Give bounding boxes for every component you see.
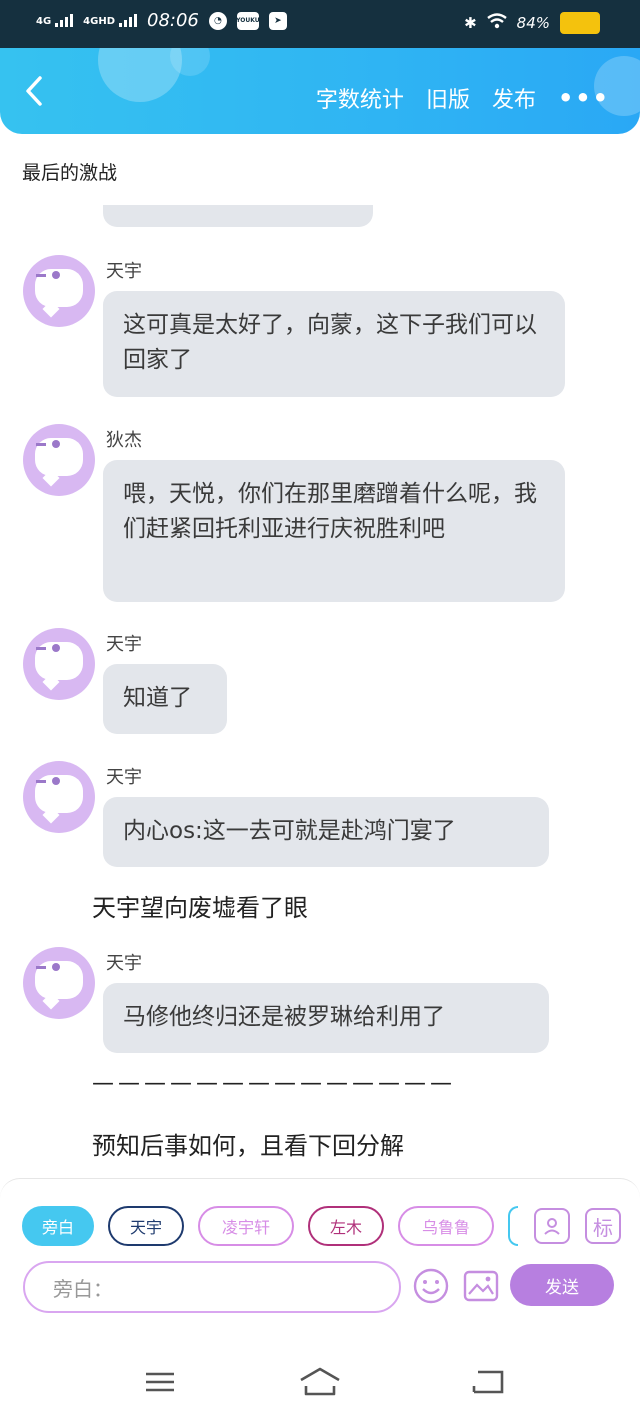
- avatar[interactable]: [23, 424, 95, 496]
- person-card-icon: [544, 1218, 560, 1235]
- speaker-name: 狄杰: [106, 430, 142, 451]
- role-chip-narrator[interactable]: 旁白: [22, 1206, 94, 1246]
- mark-icon: 标: [593, 1215, 613, 1240]
- signal-4g-icon: 4G: [36, 14, 74, 27]
- previous-bubble-tail: [103, 205, 373, 227]
- home-icon[interactable]: [298, 1366, 342, 1398]
- send-button[interactable]: 发送: [510, 1264, 614, 1306]
- back-nav-icon[interactable]: [470, 1366, 506, 1398]
- menu-icon[interactable]: [144, 1366, 176, 1398]
- battery-icon: [560, 12, 600, 34]
- speaker-name: 天宇: [106, 634, 142, 655]
- system-nav-bar: [0, 1348, 640, 1422]
- message-bubble[interactable]: 这可真是太好了，向蒙，这下子我们可以回家了: [103, 291, 565, 397]
- divider-dashes: ——————————————: [92, 1071, 456, 1096]
- speaker-name: 天宇: [106, 767, 142, 788]
- avatar[interactable]: [23, 761, 95, 833]
- input-placeholder: 旁白：: [53, 1276, 113, 1301]
- avatar[interactable]: [23, 255, 95, 327]
- dialogue-input[interactable]: 旁白：: [23, 1261, 401, 1313]
- more-options-icon[interactable]: •••: [558, 84, 610, 112]
- clock: 08:06: [147, 10, 199, 31]
- speaker-name: 天宇: [106, 953, 142, 974]
- app-header: 字数统计 旧版 发布 •••: [0, 48, 640, 134]
- old-version-button[interactable]: 旧版: [426, 82, 470, 114]
- editor-toolbar: 旁白 天宇 凌宇轩 左木 乌鲁鲁 标 旁白： 发送: [0, 1178, 640, 1348]
- avatar[interactable]: [23, 628, 95, 700]
- role-chip-tianyu[interactable]: 天宇: [108, 1206, 184, 1246]
- publish-button[interactable]: 发布: [492, 82, 536, 114]
- status-bar: 4G 4GHD 08:06 ◔ YOUKU ➤ ✱ 84%: [0, 0, 640, 48]
- telegram-icon: ➤: [268, 11, 287, 30]
- signal-4ghd-icon: 4GHD: [83, 14, 138, 27]
- role-selector: 旁白 天宇 凌宇轩 左木 乌鲁鲁: [22, 1206, 518, 1246]
- role-manage-button[interactable]: [534, 1208, 570, 1244]
- smiley-icon: [413, 1268, 449, 1304]
- chevron-left-icon: [26, 76, 42, 106]
- bluetooth-icon: ✱: [464, 14, 477, 32]
- battery-percent: 84%: [516, 14, 550, 32]
- message-bubble[interactable]: 内心os:这一去可就是赴鸿门宴了: [103, 797, 549, 867]
- word-count-button[interactable]: 字数统计: [316, 82, 404, 114]
- role-chip-wululu[interactable]: 乌鲁鲁: [398, 1206, 494, 1246]
- message-bubble[interactable]: 喂，天悦，你们在那里磨蹭着什么呢，我们赶紧回托利亚进行庆祝胜利吧: [103, 460, 565, 602]
- message-bubble[interactable]: 知道了: [103, 664, 227, 734]
- speaker-name: 天宇: [106, 261, 142, 282]
- avatar[interactable]: [23, 947, 95, 1019]
- document-title: 最后的激战: [22, 162, 118, 184]
- role-chip-partial[interactable]: [508, 1206, 518, 1246]
- image-button[interactable]: [462, 1267, 500, 1305]
- back-button[interactable]: [20, 74, 50, 108]
- role-chip-zuomu[interactable]: 左木: [308, 1206, 384, 1246]
- narration-text[interactable]: 预知后事如何，且看下回分解: [92, 1126, 404, 1161]
- mark-button[interactable]: 标: [585, 1208, 621, 1244]
- youku-icon: YOUKU: [236, 11, 260, 30]
- wifi-icon: [486, 13, 507, 33]
- emoji-button[interactable]: [412, 1267, 450, 1305]
- role-chip-lingyuxuan[interactable]: 凌宇轩: [198, 1206, 294, 1246]
- image-icon: [463, 1270, 499, 1302]
- speedometer-icon: ◔: [208, 11, 227, 30]
- narration-text[interactable]: 天宇望向废墟看了眼: [92, 888, 308, 923]
- message-bubble[interactable]: 马修他终归还是被罗琳给利用了: [103, 983, 549, 1053]
